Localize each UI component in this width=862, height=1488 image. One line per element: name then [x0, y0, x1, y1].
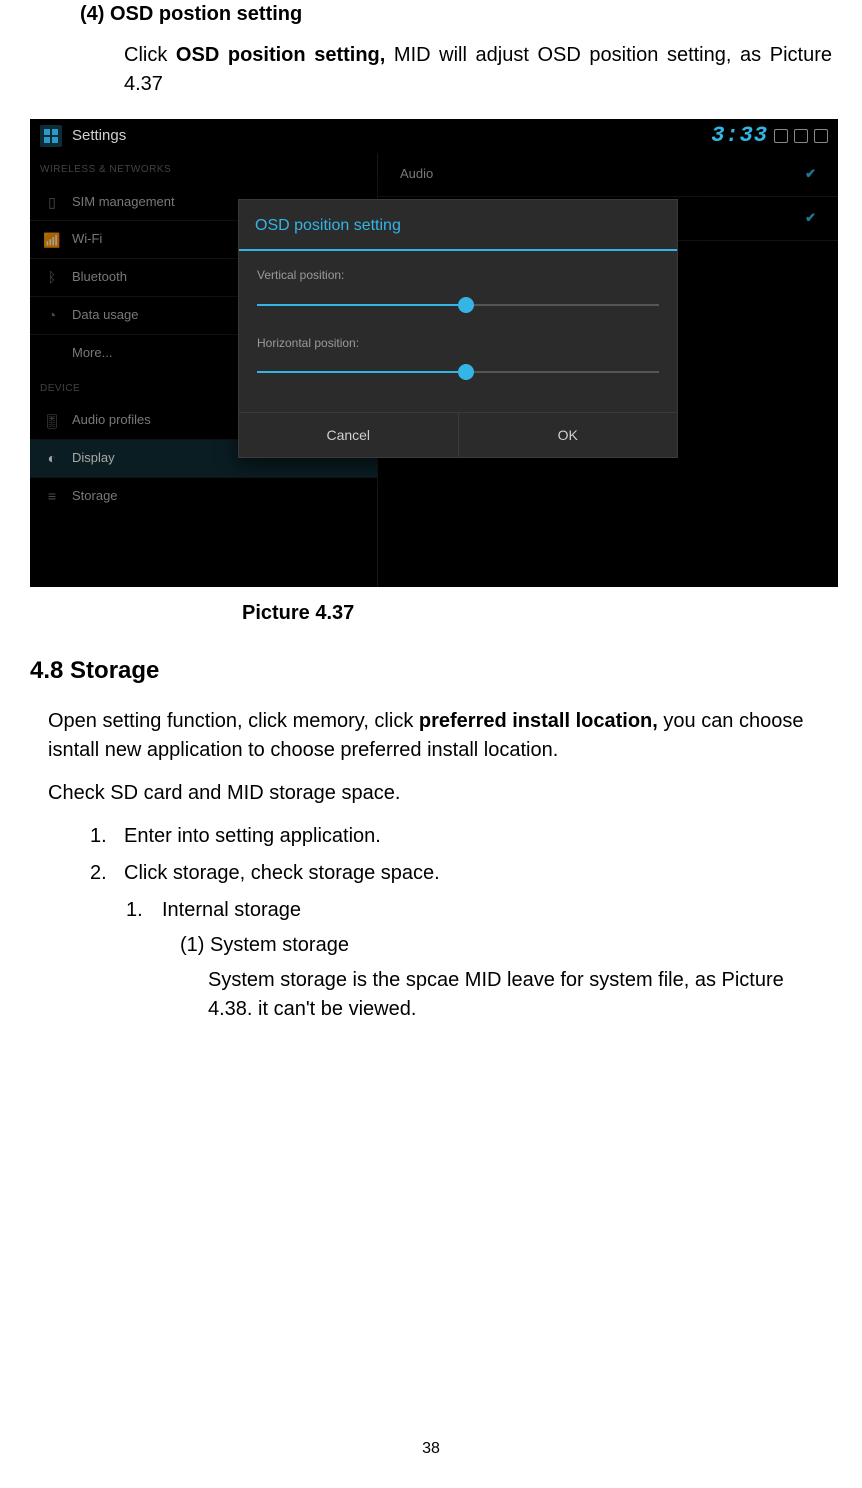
sidebar-item-label: Data usage [72, 306, 139, 325]
horizontal-label: Horizontal position: [257, 335, 659, 352]
status-bar: Settings 3:33 [30, 119, 838, 153]
horizontal-slider[interactable] [257, 360, 659, 384]
vertical-label: Vertical position: [257, 267, 659, 284]
numbered-heading: (4) OSD postion setting [80, 0, 832, 29]
sidebar-item-label: Storage [72, 487, 118, 506]
paragraph: Check SD card and MID storage space. [48, 779, 814, 808]
signal-icon [774, 129, 788, 143]
item4-body: Click OSD position setting, MID will adj… [124, 41, 832, 99]
list-text: Internal storage [162, 896, 301, 925]
list-text: Enter into setting application. [124, 822, 381, 851]
battery-icon [794, 129, 808, 143]
section-heading: 4.8 Storage [30, 654, 832, 689]
text-bold: preferred install location, [419, 710, 658, 732]
audio-icon: 🎚 [44, 413, 60, 429]
sim-icon: ▯ [44, 194, 60, 210]
android-screenshot: Settings 3:33 WIRELESS & NETWORKS ▯ SIM m… [30, 119, 838, 587]
row-label: Audio [400, 165, 433, 184]
paragraph: Open setting function, click memory, cli… [48, 707, 814, 765]
list-item: 1. Enter into setting application. [90, 822, 832, 851]
text-run: Open setting function, click memory, cli… [48, 710, 419, 732]
sub-sub-body: System storage is the spcae MID leave fo… [208, 966, 832, 1024]
cancel-button[interactable]: Cancel [239, 413, 458, 457]
text-run: Click [124, 44, 176, 66]
sidebar-item-label: Audio profiles [72, 411, 151, 430]
ordered-list: 1. Enter into setting application. 2. Cl… [90, 822, 832, 888]
screenshot-figure: Settings 3:33 WIRELESS & NETWORKS ▯ SIM m… [30, 119, 832, 587]
list-number: 2. [90, 859, 112, 888]
sidebar-item-label: Display [72, 449, 115, 468]
wifi-icon: 📶 [44, 232, 60, 248]
data-icon: ◔ [44, 307, 60, 323]
sub-list: 1. Internal storage [126, 896, 832, 925]
ok-button[interactable]: OK [458, 413, 678, 457]
bluetooth-icon [814, 129, 828, 143]
display-icon: ◐ [44, 450, 60, 466]
sidebar-item-storage[interactable]: ≡ Storage [30, 478, 377, 515]
content-row-audio[interactable]: Audio ✔ [378, 153, 838, 196]
sidebar-item-label: Bluetooth [72, 268, 127, 287]
clock-text: 3:33 [711, 120, 768, 152]
sidebar-item-label: Wi-Fi [72, 230, 102, 249]
list-text: Click storage, check storage space. [124, 859, 440, 888]
osd-dialog: OSD position setting Vertical position: … [238, 199, 678, 458]
check-icon: ✔ [805, 209, 816, 228]
bluetooth-icon: ᛒ [44, 270, 60, 286]
blank-icon [44, 345, 60, 361]
figure-caption: Picture 4.37 [30, 599, 832, 628]
list-number: 1. [126, 896, 148, 925]
sidebar-item-label: SIM management [72, 193, 175, 212]
app-title: Settings [72, 125, 126, 147]
vertical-slider[interactable] [257, 293, 659, 317]
sub-list-item: 1. Internal storage [126, 896, 832, 925]
page-number: 38 [0, 1437, 862, 1460]
check-icon: ✔ [805, 165, 816, 184]
dialog-title: OSD position setting [239, 200, 677, 251]
sidebar-item-label: More... [72, 344, 112, 363]
sidebar-section-header: WIRELESS & NETWORKS [30, 153, 377, 184]
list-number: 1. [90, 822, 112, 851]
sub-sub-item: (1) System storage [180, 931, 832, 960]
settings-icon [40, 125, 62, 147]
storage-icon: ≡ [44, 488, 60, 504]
list-item: 2. Click storage, check storage space. [90, 859, 832, 888]
text-bold: OSD position setting, [176, 44, 385, 66]
